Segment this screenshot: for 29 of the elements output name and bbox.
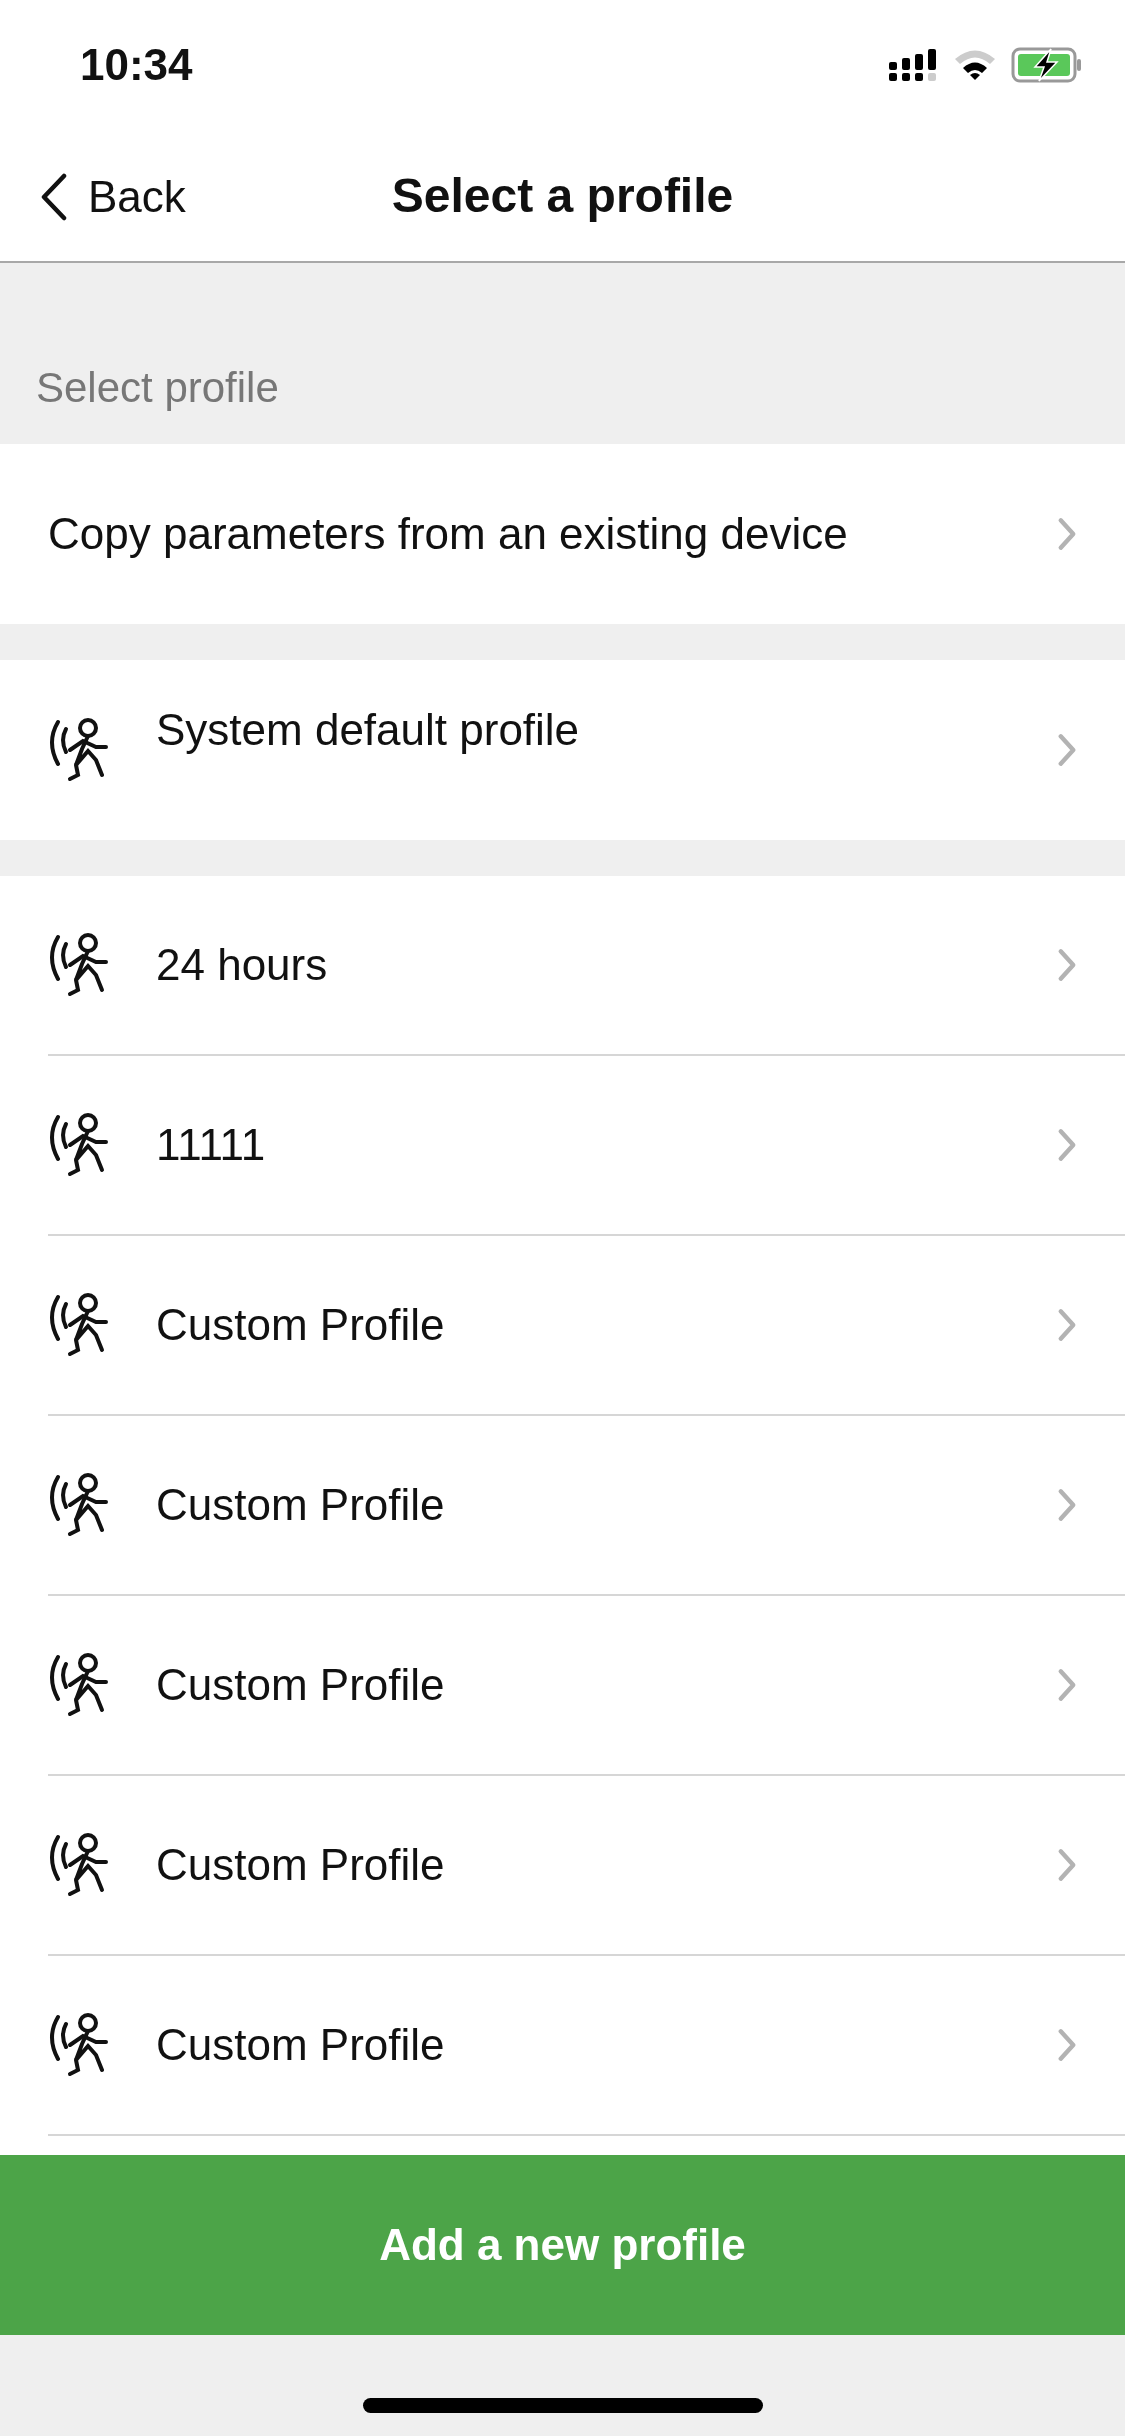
row-label: Custom Profile (156, 2020, 446, 2070)
chevron-right-icon (1057, 1487, 1077, 1523)
chevron-right-icon (1057, 1307, 1077, 1343)
chevron-right-icon (1057, 1847, 1077, 1883)
chevron-right-icon (1057, 516, 1077, 552)
row-label: Custom Profile (156, 1840, 446, 1890)
signal-icon (889, 48, 939, 82)
chevron-right-icon (1057, 947, 1077, 983)
back-label: Back (88, 172, 186, 222)
row-label: Copy parameters from an existing device (48, 509, 849, 559)
chevron-right-icon (1057, 732, 1077, 768)
copy-parameters-row[interactable]: Copy parameters from an existing device (0, 444, 1125, 624)
battery-charging-icon (1011, 47, 1083, 83)
chevron-right-icon (1057, 1667, 1077, 1703)
row-label: 11111 (156, 1120, 267, 1170)
chevron-right-icon (1057, 2027, 1077, 2063)
section-header: Select profile (36, 364, 279, 412)
back-button[interactable]: Back (36, 168, 190, 226)
chevron-left-icon (40, 173, 68, 221)
row-label: Custom Profile (156, 1660, 446, 1710)
wifi-icon (953, 48, 997, 82)
profile-row[interactable]: System default profile (0, 660, 1125, 840)
status-time: 10:34 (80, 40, 193, 90)
row-label: Custom Profile (156, 1480, 446, 1530)
chevron-right-icon (1057, 1127, 1077, 1163)
row-label: Custom Profile (156, 1300, 446, 1350)
row-label: 24 hours (156, 940, 329, 990)
row-label: System default profile (156, 704, 581, 755)
page-title: Select a profile (391, 168, 734, 223)
